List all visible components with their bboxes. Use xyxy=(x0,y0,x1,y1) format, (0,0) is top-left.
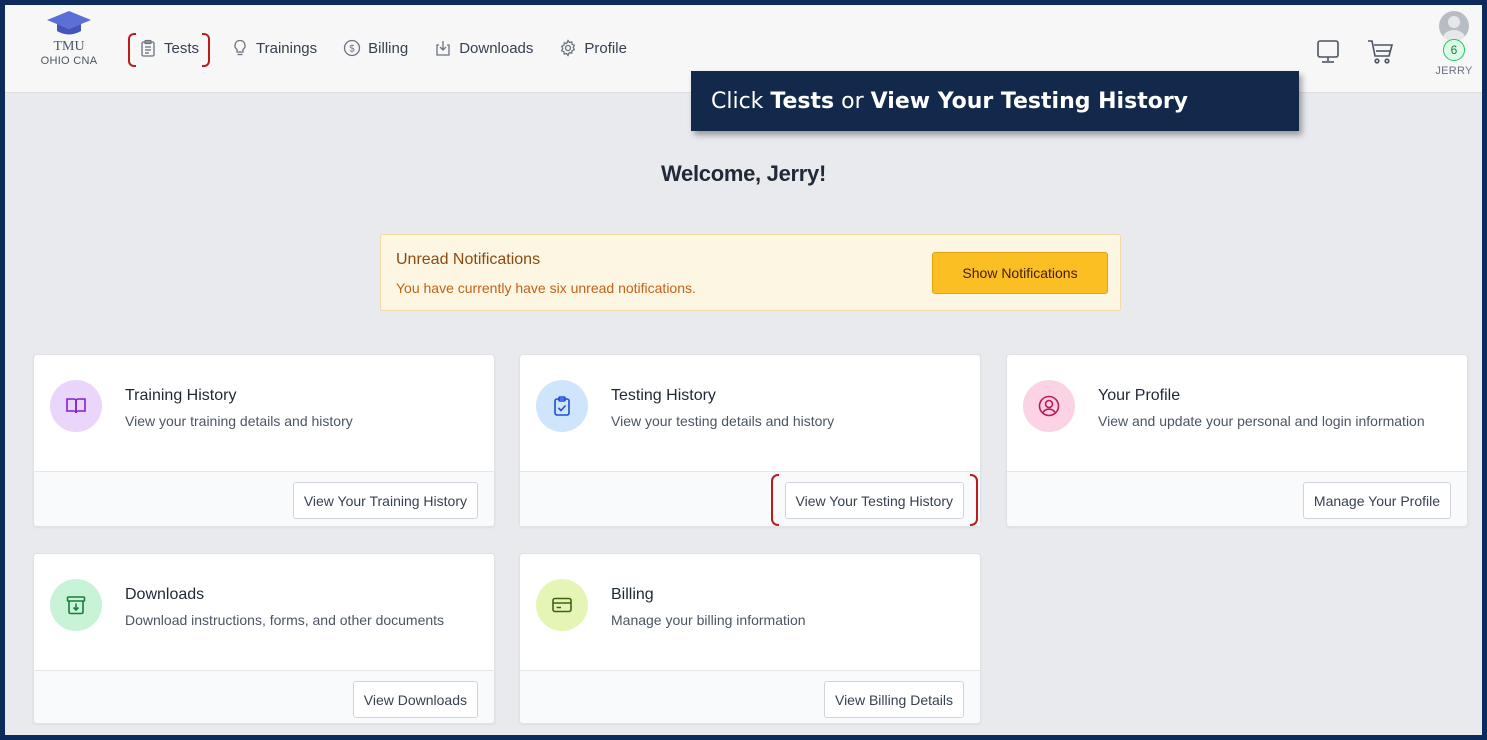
card-footer: View Your Testing History xyxy=(520,471,980,526)
screenshot-frame: TMU OHIO CNA Tests Trainings $ Billing D… xyxy=(0,0,1487,740)
notification-title: Unread Notifications xyxy=(396,251,541,268)
nav-item-downloads[interactable]: Downloads xyxy=(434,39,533,57)
nav-item-tests[interactable]: Tests xyxy=(128,33,211,67)
card-description: View and update your personal and login … xyxy=(1098,413,1425,429)
manage-profile-button[interactable]: Manage Your Profile xyxy=(1302,482,1451,519)
card-body: Your Profile View and update your person… xyxy=(1007,355,1467,471)
card-footer: Manage Your Profile xyxy=(1007,471,1467,526)
card-description: View your training details and history xyxy=(125,413,353,429)
monitor-icon[interactable] xyxy=(1316,39,1340,65)
nav-label-tests: Tests xyxy=(164,39,200,57)
card-your-profile: Your Profile View and update your person… xyxy=(1006,354,1468,527)
dollar-circle-icon: $ xyxy=(344,39,361,57)
clipboard-icon xyxy=(141,39,155,57)
cart-icon[interactable] xyxy=(1366,38,1394,66)
nav-label-billing: Billing xyxy=(368,39,409,57)
user-name: JERRY xyxy=(1435,65,1473,77)
view-testing-history-button[interactable]: View Your Testing History xyxy=(784,482,964,519)
card-footer: View Billing Details xyxy=(520,670,980,723)
highlight-bracket-left xyxy=(770,474,779,526)
callout-text-pre: Click xyxy=(711,88,771,114)
card-description: Download instructions, forms, and other … xyxy=(125,612,445,628)
view-training-history-button[interactable]: View Your Training History xyxy=(292,482,478,519)
notification-banner: Unread Notifications You have currently … xyxy=(380,234,1121,311)
card-body: Training History View your training deta… xyxy=(34,355,494,471)
avatar xyxy=(1439,11,1469,41)
instruction-callout: Click Tests or View Your Testing History xyxy=(691,71,1299,131)
card-description: Manage your billing information xyxy=(611,612,806,628)
card-description: View your testing details and history xyxy=(611,413,835,429)
card-testing-history: Testing History View your testing detail… xyxy=(519,354,981,527)
notification-count-badge: 6 xyxy=(1443,39,1465,61)
highlight-bracket-right xyxy=(970,474,978,526)
nav-item-profile[interactable]: Profile xyxy=(559,39,627,57)
logo-title: TMU xyxy=(53,39,85,54)
svg-text:$: $ xyxy=(349,44,355,55)
page-title: Welcome, Jerry! xyxy=(660,161,827,186)
graduation-cap-icon xyxy=(47,11,91,35)
card-title: Testing History xyxy=(611,387,716,404)
notification-text: You have currently have six unread notif… xyxy=(396,280,696,296)
card-downloads: Downloads Download instructions, forms, … xyxy=(33,553,495,724)
highlight-bracket-right xyxy=(202,33,211,67)
card-title: Training History xyxy=(125,387,237,404)
nav-label-profile: Profile xyxy=(584,39,627,57)
nav-label-trainings: Trainings xyxy=(256,39,318,57)
clipboard-check-icon xyxy=(536,380,588,432)
download-tray-icon xyxy=(436,41,450,56)
archive-download-icon xyxy=(50,579,102,631)
credit-card-icon xyxy=(536,579,588,631)
logo-subtitle: OHIO CNA xyxy=(40,55,98,67)
card-footer: View Your Training History xyxy=(34,471,494,526)
view-downloads-button[interactable]: View Downloads xyxy=(352,681,478,718)
card-training-history: Training History View your training deta… xyxy=(33,354,495,527)
book-icon xyxy=(50,380,102,432)
brand-logo[interactable]: TMU OHIO CNA xyxy=(29,11,109,81)
callout-text-tests: Tests xyxy=(770,88,835,114)
nav-label-downloads: Downloads xyxy=(459,39,534,57)
callout-text-testing-history: View Your Testing History xyxy=(870,88,1189,114)
main-nav: Tests Trainings $ Billing Downloads Prof… xyxy=(128,33,653,67)
user-menu[interactable]: 6 JERRY xyxy=(1428,11,1480,77)
lightbulb-icon xyxy=(234,39,246,56)
view-billing-details-button[interactable]: View Billing Details xyxy=(823,681,964,718)
card-title: Your Profile xyxy=(1098,387,1181,404)
nav-item-billing[interactable]: $ Billing xyxy=(343,39,408,57)
card-billing: Billing Manage your billing information … xyxy=(519,553,981,724)
callout-text-mid: or xyxy=(834,88,871,114)
highlight-frame: View Your Testing History xyxy=(770,474,978,526)
highlight-bracket-left xyxy=(128,33,136,67)
card-body: Downloads Download instructions, forms, … xyxy=(34,554,494,670)
card-footer: View Downloads xyxy=(34,670,494,723)
card-body: Testing History View your testing detail… xyxy=(520,355,980,471)
user-circle-icon xyxy=(1023,380,1075,432)
show-notifications-button[interactable]: Show Notifications xyxy=(932,252,1108,294)
card-title: Downloads xyxy=(125,586,205,603)
card-title: Billing xyxy=(611,586,654,603)
nav-item-trainings[interactable]: Trainings xyxy=(231,39,317,57)
card-body: Billing Manage your billing information xyxy=(520,554,980,670)
gear-icon xyxy=(561,39,576,57)
